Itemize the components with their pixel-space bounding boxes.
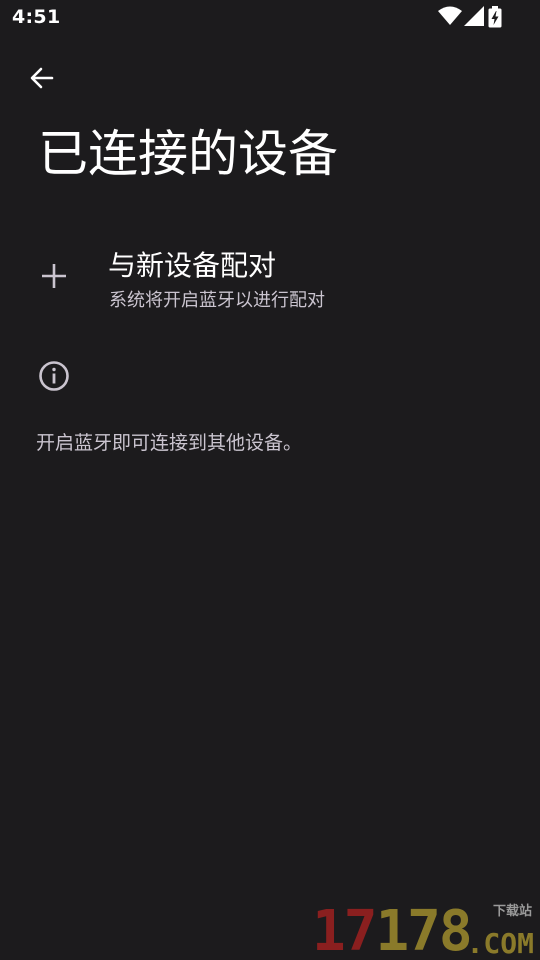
watermark-number-red: 17 (312, 899, 377, 960)
plus-icon (42, 264, 66, 288)
wifi-icon (438, 6, 462, 25)
watermark-logo: 17178 下载站 .COM (312, 898, 536, 960)
battery-charging-icon (488, 6, 502, 28)
signal-icon (464, 6, 484, 26)
watermark-number: 17178 (312, 899, 473, 960)
status-time: 4:51 (12, 6, 61, 28)
watermark-number-gold: 178 (375, 899, 472, 960)
watermark-site-label: 下载站 (492, 904, 532, 919)
watermark-domain: .COM (466, 927, 534, 960)
pair-new-device-subtitle: 系统将开启蓝牙以进行配对 (109, 290, 325, 311)
pair-new-device-item[interactable]: 与新设备配对 系统将开启蓝牙以进行配对 (0, 232, 540, 322)
screen: 4:51 已连接的设备 与新设备配对 系统将开启蓝牙以进行配对 开启蓝牙即可连接… (0, 0, 540, 960)
back-button[interactable] (22, 58, 62, 98)
arrow-left-icon (30, 67, 54, 89)
status-icons (438, 6, 502, 28)
page-title: 已连接的设备 (38, 125, 338, 183)
info-text: 开启蓝牙即可连接到其他设备。 (36, 432, 303, 454)
pair-new-device-title: 与新设备配对 (108, 249, 277, 282)
info-icon (39, 361, 69, 391)
status-bar: 4:51 (0, 0, 540, 36)
